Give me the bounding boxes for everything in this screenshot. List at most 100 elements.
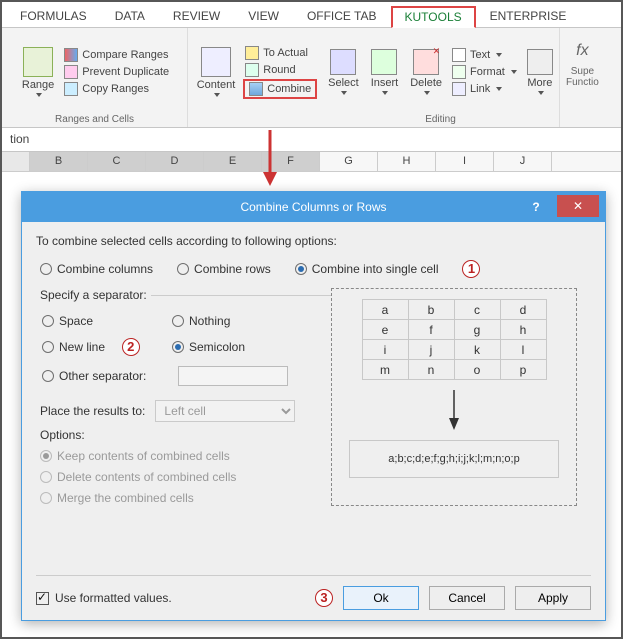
radio-rows-label: Combine rows <box>194 262 271 276</box>
prevent-duplicate-button[interactable]: Prevent Duplicate <box>62 64 171 80</box>
insert-label: Insert <box>371 77 399 89</box>
checkbox-icon <box>36 592 49 605</box>
column-headers: B C D E F G H I J <box>2 152 621 172</box>
copy-ranges-button[interactable]: Copy Ranges <box>62 81 171 97</box>
round-button[interactable]: Round <box>243 62 317 78</box>
col-G[interactable]: G <box>320 152 378 171</box>
copy-label: Copy Ranges <box>82 83 149 95</box>
col-D[interactable]: D <box>146 152 204 171</box>
format-label: Format <box>470 66 505 78</box>
format-button[interactable]: Format <box>450 64 519 80</box>
radio-merge-label: Merge the combined cells <box>57 491 194 505</box>
use-formatted-checkbox[interactable]: Use formatted values. <box>36 591 172 605</box>
help-button[interactable]: ? <box>521 192 551 222</box>
preview-table: abcd efgh ijkl mnop <box>362 299 547 380</box>
delete-button[interactable]: Delete <box>406 47 446 97</box>
radio-space[interactable]: Space <box>42 314 172 328</box>
tab-data[interactable]: DATA <box>101 5 159 27</box>
to-actual-button[interactable]: To Actual <box>243 45 317 61</box>
callout-badge-3: 3 <box>315 589 333 607</box>
radio-semicolon-label: Semicolon <box>189 340 245 354</box>
radio-keep-label: Keep contents of combined cells <box>57 449 230 463</box>
prevent-label: Prevent Duplicate <box>82 66 169 78</box>
preview-result: a;b;c;d;e;f;g;h;i;j;k;l;m;n;o;p <box>349 440 559 478</box>
dialog-title: Combine Columns or Rows <box>240 200 386 214</box>
tab-kutools[interactable]: KUTOOLS <box>391 6 476 28</box>
radio-delete-label: Delete contents of combined cells <box>57 470 236 484</box>
radio-newline-label: New line <box>59 340 105 354</box>
separator-legend: Specify a separator: <box>36 288 151 302</box>
compare-ranges-button[interactable]: Compare Ranges <box>62 47 171 63</box>
callout-badge-2: 2 <box>122 338 140 356</box>
radio-combine-single[interactable]: Combine into single cell <box>295 262 439 276</box>
ribbon-tabs: FORMULAS DATA REVIEW VIEW OFFICE TAB KUT… <box>2 2 621 28</box>
radio-delete-contents[interactable]: Delete contents of combined cells <box>40 470 331 484</box>
tab-office-tab[interactable]: OFFICE TAB <box>293 5 391 27</box>
preview-arrow-icon <box>445 390 463 430</box>
text-label: Text <box>470 49 490 61</box>
select-button[interactable]: Select <box>324 47 363 97</box>
format-icon <box>452 65 466 79</box>
content-icon <box>201 47 231 77</box>
range-icon <box>23 47 53 77</box>
col-I[interactable]: I <box>436 152 494 171</box>
link-icon <box>452 82 466 96</box>
more-button[interactable]: More <box>523 47 557 97</box>
close-button[interactable]: ✕ <box>557 195 599 217</box>
radio-keep-contents[interactable]: Keep contents of combined cells <box>40 449 331 463</box>
select-icon <box>330 49 356 75</box>
options-label: Options: <box>40 428 331 442</box>
insert-button[interactable]: Insert <box>367 47 403 97</box>
tab-review[interactable]: REVIEW <box>159 5 234 27</box>
radio-combine-rows[interactable]: Combine rows <box>177 262 271 276</box>
formula-bar[interactable]: tion <box>2 128 621 152</box>
radio-other-label: Other separator: <box>59 369 146 383</box>
radio-merge-cells[interactable]: Merge the combined cells <box>40 491 331 505</box>
dialog-intro: To combine selected cells according to f… <box>36 234 591 248</box>
col-J[interactable]: J <box>494 152 552 171</box>
ribbon: Range Compare Ranges Prevent Duplicate C… <box>2 28 621 128</box>
prevent-icon <box>64 65 78 79</box>
insert-icon <box>371 49 397 75</box>
other-separator-input[interactable] <box>178 366 288 386</box>
callout-arrow-icon <box>260 130 280 186</box>
apply-button[interactable]: Apply <box>515 586 591 610</box>
col-E[interactable]: E <box>204 152 262 171</box>
use-formatted-label: Use formatted values. <box>55 591 172 605</box>
group-editing-label: Editing <box>425 114 456 125</box>
col-B[interactable]: B <box>30 152 88 171</box>
text-icon <box>452 48 466 62</box>
radio-other[interactable]: Other separator: <box>42 369 172 383</box>
place-results-select[interactable]: Left cell <box>155 400 295 422</box>
cancel-button[interactable]: Cancel <box>429 586 505 610</box>
radio-semicolon[interactable]: Semicolon <box>172 340 322 354</box>
tab-formulas[interactable]: FORMULAS <box>6 5 101 27</box>
more-icon <box>527 49 553 75</box>
row-number-gutter[interactable] <box>2 152 30 171</box>
range-label: Range <box>22 79 54 91</box>
col-H[interactable]: H <box>378 152 436 171</box>
combine-label: Combine <box>267 83 311 95</box>
content-button[interactable]: Content <box>193 45 240 99</box>
copy-icon <box>64 82 78 96</box>
ok-button[interactable]: Ok <box>343 586 419 610</box>
radio-newline[interactable]: New line 2 <box>42 338 172 356</box>
text-button[interactable]: Text <box>450 47 519 63</box>
col-C[interactable]: C <box>88 152 146 171</box>
radio-space-label: Space <box>59 314 93 328</box>
combine-button[interactable]: Combine <box>243 79 317 99</box>
radio-single-label: Combine into single cell <box>312 262 439 276</box>
link-button[interactable]: Link <box>450 81 519 97</box>
radio-combine-columns[interactable]: Combine columns <box>40 262 153 276</box>
radio-nothing-label: Nothing <box>189 314 230 328</box>
tab-view[interactable]: VIEW <box>234 5 293 27</box>
group-ranges-label: Ranges and Cells <box>55 114 134 125</box>
dialog-titlebar[interactable]: Combine Columns or Rows ? ✕ <box>22 192 605 222</box>
tab-enterprise[interactable]: ENTERPRISE <box>476 5 581 27</box>
delete-label: Delete <box>410 77 442 89</box>
radio-nothing[interactable]: Nothing <box>172 314 322 328</box>
combine-icon <box>249 82 263 96</box>
round-icon <box>245 63 259 77</box>
delete-icon <box>413 49 439 75</box>
range-button[interactable]: Range <box>18 45 58 99</box>
